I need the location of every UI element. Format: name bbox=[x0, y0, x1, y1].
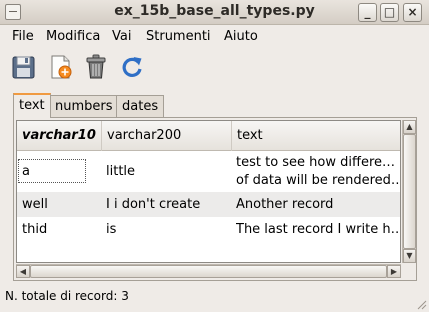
tab-dates[interactable]: dates bbox=[116, 95, 165, 118]
table-row[interactable]: thid is The last record I write h… bbox=[17, 217, 400, 242]
cell-varchar200[interactable]: little bbox=[106, 164, 135, 179]
refresh-button[interactable] bbox=[118, 53, 146, 81]
menu-aiuto[interactable]: Aiuto bbox=[224, 29, 258, 44]
cell-text-line-1[interactable]: test to see how differe… bbox=[236, 154, 400, 172]
records-table: varchar10 varchar200 text a little test … bbox=[16, 120, 401, 263]
scroll-right-arrow-icon[interactable]: ▶ bbox=[387, 265, 401, 278]
scroll-down-arrow-icon[interactable]: ▼ bbox=[403, 249, 416, 263]
delete-button[interactable] bbox=[82, 53, 110, 81]
maximize-button[interactable]: □ bbox=[380, 3, 399, 22]
menu-strumenti[interactable]: Strumenti bbox=[146, 29, 211, 44]
resize-grip-icon[interactable] bbox=[415, 298, 427, 310]
menu-bar: File Modifica Vai Strumenti Aiuto bbox=[0, 26, 429, 48]
cell-text[interactable]: Another record bbox=[236, 197, 400, 212]
cell-varchar10[interactable]: well bbox=[22, 197, 48, 212]
title-bar[interactable]: ex_15b_base_all_types.py _ □ × bbox=[0, 0, 429, 25]
cell-varchar10[interactable]: a bbox=[22, 164, 30, 179]
column-header-text[interactable]: text bbox=[231, 121, 400, 151]
close-button[interactable]: × bbox=[403, 3, 422, 22]
tab-numbers[interactable]: numbers bbox=[49, 95, 119, 118]
cell-varchar200[interactable]: I i don't create bbox=[106, 197, 200, 212]
column-header-varchar200[interactable]: varchar200 bbox=[101, 121, 231, 151]
tab-panel: varchar10 varchar200 text a little test … bbox=[13, 117, 417, 281]
cell-text[interactable]: The last record I write h… bbox=[236, 222, 400, 237]
delete-trash-icon bbox=[86, 54, 106, 79]
menu-modifica[interactable]: Modifica bbox=[46, 29, 100, 44]
new-document-icon bbox=[51, 55, 72, 79]
save-button[interactable] bbox=[10, 53, 38, 81]
save-icon bbox=[12, 56, 35, 79]
new-record-button[interactable] bbox=[46, 53, 74, 81]
refresh-icon bbox=[122, 57, 142, 77]
horizontal-scroll-thumb[interactable] bbox=[30, 265, 387, 278]
toolbar bbox=[0, 50, 429, 86]
table-header: varchar10 varchar200 text bbox=[17, 121, 400, 151]
table-row[interactable]: well I i don't create Another record bbox=[17, 192, 400, 217]
menu-file[interactable]: File bbox=[12, 29, 34, 44]
scroll-up-arrow-icon[interactable]: ▲ bbox=[403, 120, 416, 134]
table-row[interactable]: a little test to see how differe… of dat… bbox=[17, 152, 400, 192]
menu-vai[interactable]: Vai bbox=[112, 29, 131, 44]
cell-text-line-2[interactable]: of data will be rendered… bbox=[236, 172, 400, 190]
cell-varchar10[interactable]: thid bbox=[22, 222, 47, 237]
horizontal-scrollbar[interactable]: ◀ ▶ bbox=[16, 264, 401, 278]
tab-text[interactable]: text bbox=[13, 93, 51, 118]
cell-varchar200[interactable]: is bbox=[106, 222, 116, 237]
vertical-scroll-thumb[interactable] bbox=[403, 134, 416, 249]
status-text: N. totale di record: 3 bbox=[5, 289, 129, 303]
minimize-button[interactable]: _ bbox=[358, 3, 377, 22]
vertical-scrollbar[interactable]: ▲ ▼ bbox=[402, 120, 416, 263]
scroll-left-arrow-icon[interactable]: ◀ bbox=[16, 265, 30, 278]
column-header-varchar10[interactable]: varchar10 bbox=[22, 121, 100, 151]
